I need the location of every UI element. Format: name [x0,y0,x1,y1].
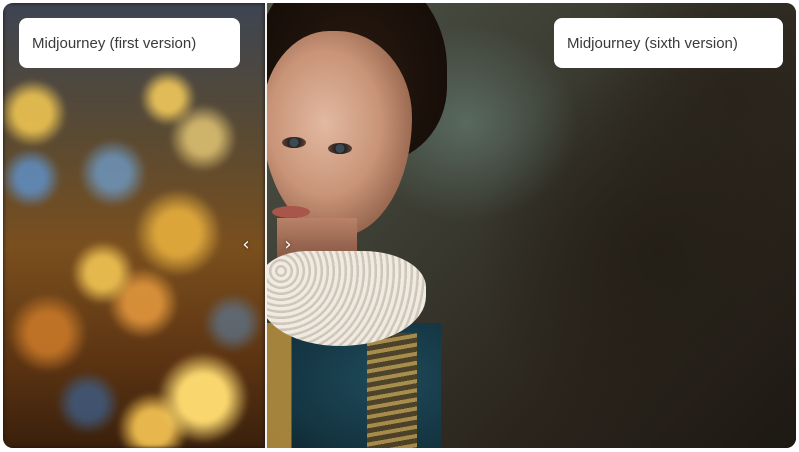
portrait-eye [328,143,352,154]
portrait-mouth [272,206,310,218]
portrait-face [267,31,412,236]
portrait-eye [282,137,306,148]
first-version-label: Midjourney (first version) [19,18,240,68]
first-version-image [3,3,265,448]
sixth-version-label: Midjourney (sixth version) [554,18,783,68]
portrait-chain [367,333,417,448]
chevron-left-icon[interactable]: ‹ [239,236,253,254]
image-comparison-slider[interactable]: ‹ › Midjourney (first version) Midjourne… [3,3,796,448]
sixth-version-image [267,3,796,448]
chevron-right-icon[interactable]: › [281,236,295,254]
comparison-divider-handle[interactable] [265,3,267,448]
